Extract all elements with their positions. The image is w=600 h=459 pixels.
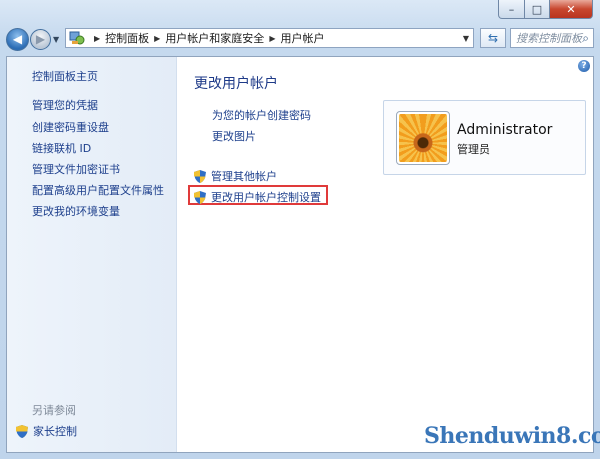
address-bar[interactable]: ▶ 控制面板 ▶ 用户帐户和家庭安全 ▶ 用户帐户 ▼	[65, 28, 474, 48]
navigation-bar: ◀ ▶ ▼ ▶ 控制面板 ▶ 用户帐户和家庭安全 ▶ 用户帐户 ▼ ⇆ 搜索控制…	[6, 26, 594, 52]
family-safety-link[interactable]: 家长控制	[16, 423, 77, 439]
window: – □ ✕ ◀ ▶ ▼ ▶ 控制面板 ▶ 用户帐户和家庭安全 ▶ 用户帐户 ▼ …	[0, 0, 600, 459]
manage-other-accounts-label: 管理其他帐户	[211, 170, 277, 183]
content-area: 控制面板主页 管理您的凭据 创建密码重设盘 链接联机 ID 管理文件加密证书 配…	[6, 56, 594, 453]
back-button[interactable]: ◀	[6, 27, 29, 51]
sidebar-item-environment-variables[interactable]: 更改我的环境变量	[32, 203, 120, 219]
uac-shield-icon	[16, 424, 28, 438]
close-button[interactable]: ✕	[550, 0, 593, 19]
sidebar-item-encryption-certificates[interactable]: 管理文件加密证书	[32, 161, 120, 177]
refresh-icon: ⇆	[487, 31, 499, 45]
user-role: 管理员	[457, 143, 490, 156]
manage-other-accounts-link[interactable]: 管理其他帐户	[194, 168, 277, 184]
create-password-link[interactable]: 为您的帐户创建密码	[212, 107, 311, 123]
family-safety-label: 家长控制	[33, 425, 77, 438]
minimize-button[interactable]: –	[498, 0, 525, 19]
breadcrumb-control-panel[interactable]: 控制面板	[105, 30, 149, 46]
search-input[interactable]: 搜索控制面板 ⌕	[510, 28, 594, 48]
maximize-button[interactable]: □	[525, 0, 550, 19]
search-placeholder: 搜索控制面板	[516, 32, 582, 45]
uac-shield-icon	[194, 169, 206, 183]
sidebar-item-manage-credentials[interactable]: 管理您的凭据	[32, 97, 98, 113]
recent-pages-dropdown[interactable]: ▼	[53, 35, 59, 44]
page-title: 更改用户帐户	[194, 76, 278, 92]
breadcrumb-separator-icon[interactable]: ▶	[269, 34, 275, 43]
user-name: Administrator	[457, 122, 553, 138]
forward-button[interactable]: ▶	[30, 28, 51, 50]
flower-picture-icon	[399, 114, 447, 162]
uac-settings-link[interactable]: 更改用户帐户控制设置	[194, 189, 321, 205]
refresh-button[interactable]: ⇆	[480, 28, 506, 48]
sidebar: 控制面板主页 管理您的凭据 创建密码重设盘 链接联机 ID 管理文件加密证书 配…	[7, 57, 177, 452]
breadcrumb-separator-icon[interactable]: ▶	[94, 34, 100, 43]
arrow-left-icon: ◀	[12, 32, 23, 46]
uac-shield-icon	[194, 190, 206, 204]
sidebar-item-advanced-profile[interactable]: 配置高级用户配置文件属性	[32, 182, 164, 198]
see-also-heading: 另请参阅	[32, 404, 76, 417]
change-picture-link[interactable]: 更改图片	[212, 128, 256, 144]
address-dropdown-icon[interactable]: ▼	[463, 34, 469, 43]
search-icon[interactable]: ⌕	[582, 31, 589, 46]
sidebar-item-password-reset-disk[interactable]: 创建密码重设盘	[32, 119, 109, 135]
caption-buttons: – □ ✕	[498, 0, 593, 19]
help-icon[interactable]: ?	[578, 60, 590, 72]
sidebar-item-link-online-id[interactable]: 链接联机 ID	[32, 140, 91, 156]
breadcrumb-separator-icon[interactable]: ▶	[154, 34, 160, 43]
sidebar-item-control-panel-home[interactable]: 控制面板主页	[32, 68, 98, 84]
breadcrumb-user-accounts-family[interactable]: 用户帐户和家庭安全	[165, 30, 264, 46]
breadcrumb-user-accounts[interactable]: 用户帐户	[280, 30, 324, 46]
arrow-right-icon: ▶	[35, 32, 46, 46]
control-panel-icon	[69, 31, 85, 45]
user-account-card: Administrator 管理员	[383, 100, 586, 175]
uac-settings-label: 更改用户帐户控制设置	[211, 191, 321, 204]
watermark: Shenduwin8.com	[424, 423, 600, 449]
user-avatar[interactable]	[396, 111, 450, 165]
